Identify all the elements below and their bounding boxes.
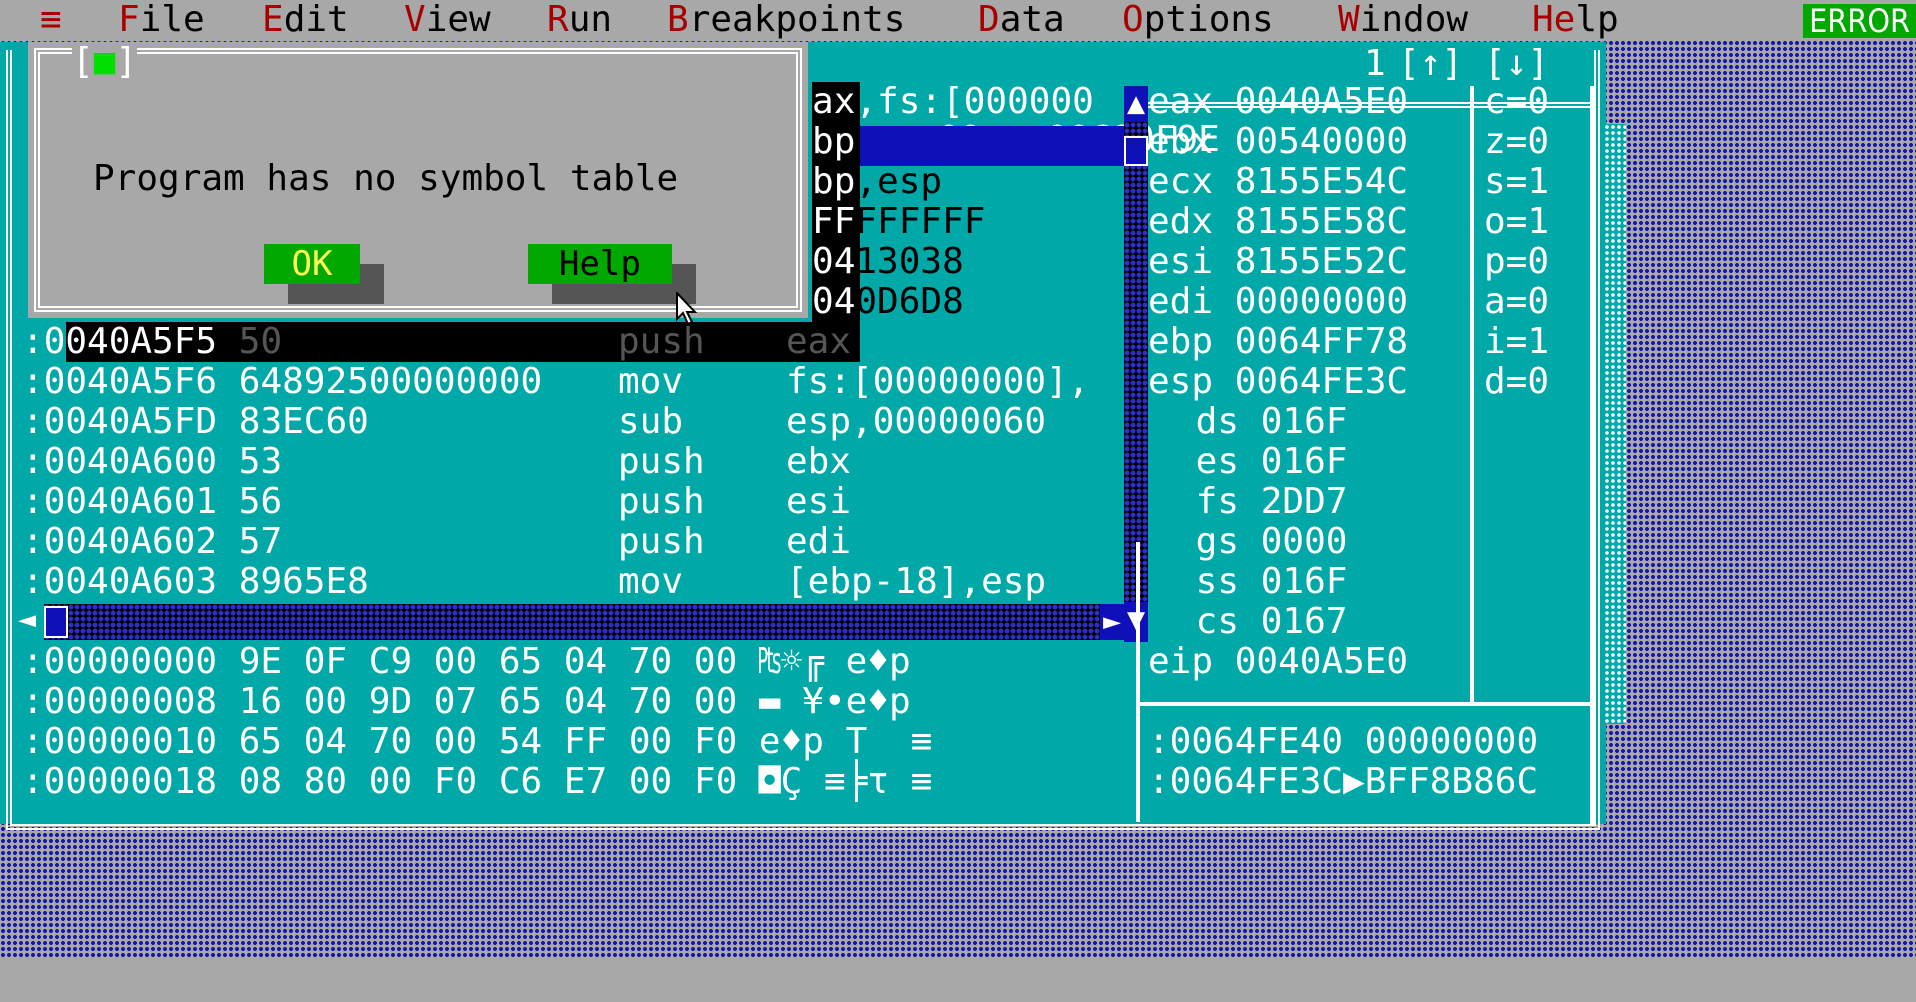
register-ds[interactable]: ds 016F	[1174, 402, 1348, 442]
register-eax[interactable]: eax 0040A5E0	[1148, 82, 1408, 122]
fragment-row: 0413038	[812, 241, 964, 282]
code-args: ebx	[786, 441, 852, 482]
window-shadow	[1604, 124, 1626, 724]
pane-divider[interactable]	[1136, 542, 1140, 822]
register-es[interactable]: es 016F	[1174, 442, 1348, 482]
fragment-row: ax,fs:[000000	[812, 81, 1094, 122]
menu-edit[interactable]: Edit	[262, 0, 349, 40]
register-eip[interactable]: eip 0040A5E0	[1148, 642, 1408, 682]
status-badge: ERROR	[1803, 4, 1916, 38]
code-args: esi	[786, 481, 852, 522]
code-args: [ebp-18],esp	[786, 561, 1047, 602]
menu-view[interactable]: View	[404, 0, 491, 40]
code-row[interactable]: :0040A601 56	[22, 482, 282, 522]
close-icon: ■	[93, 41, 116, 82]
register-edx[interactable]: edx 8155E58C	[1148, 202, 1408, 242]
menu-options[interactable]: Options	[1122, 0, 1274, 40]
menu-run[interactable]: Run	[547, 0, 612, 40]
error-dialog: [■] Program has no symbol table OK Help	[28, 42, 808, 318]
fragment-row: bp,esp	[812, 161, 943, 202]
scroll-thumb[interactable]	[1124, 136, 1148, 166]
code-row[interactable]: :0040A5FD 83EC60	[22, 402, 369, 442]
register-cs[interactable]: cs 0167	[1174, 602, 1348, 642]
code-horizontal-scrollbar[interactable]: ►	[44, 604, 1124, 640]
dump-row[interactable]: :00000010 65 04 70 00 54 FF 00 F0 e♦p T …	[22, 722, 932, 762]
code-args: fs:[00000000],	[786, 361, 1090, 402]
code-op: mov	[618, 361, 684, 402]
menu-window[interactable]: Window	[1338, 0, 1468, 40]
menu-file[interactable]: File	[118, 0, 205, 40]
mouse-cursor-icon	[676, 292, 698, 326]
code-op: push	[618, 441, 705, 482]
menu-help[interactable]: Help	[1532, 0, 1619, 40]
hscroll-thumb[interactable]	[44, 606, 68, 638]
scroll-up-button[interactable]: [↑]	[1398, 44, 1463, 84]
dialog-message: Program has no symbol table	[93, 158, 679, 199]
code-op: mov	[618, 561, 684, 602]
flag-c[interactable]: c=0	[1484, 82, 1549, 122]
code-args: edi	[786, 521, 852, 562]
menu-breakpoints[interactable]: Breakpoints	[667, 0, 905, 40]
scroll-down-button[interactable]: [↓]	[1484, 44, 1549, 84]
code-row[interactable]: :0040A603 8965E8	[22, 562, 369, 602]
code-args: esp,00000060	[786, 401, 1047, 442]
pane-divider[interactable]	[1470, 86, 1474, 706]
pane-divider	[1590, 86, 1594, 826]
ok-button[interactable]: OK	[264, 244, 360, 284]
register-fs[interactable]: fs 2DD7	[1174, 482, 1348, 522]
scroll-left-arrow-icon[interactable]: ◄	[18, 602, 36, 638]
pane-divider[interactable]	[1136, 702, 1592, 706]
dialog-close-button[interactable]: [■]	[72, 41, 138, 82]
stack-row[interactable]: :0064FE40 00000000	[1148, 722, 1538, 762]
register-ebx[interactable]: ebx 00540000	[1148, 122, 1408, 162]
register-esp[interactable]: esp 0064FE3C	[1148, 362, 1408, 402]
flag-p[interactable]: p=0	[1484, 242, 1549, 282]
code-op: sub	[618, 401, 684, 442]
status-bar	[0, 958, 1916, 1002]
scroll-up-arrow-icon[interactable]: ▲	[1124, 86, 1148, 122]
code-row[interactable]: :0040A5F5 50	[22, 322, 282, 362]
code-row[interactable]: :0040A5F6 64892500000000	[22, 362, 542, 402]
register-esi[interactable]: esi 8155E52C	[1148, 242, 1408, 282]
flag-a[interactable]: a=0	[1484, 282, 1549, 322]
dump-row[interactable]: :00000018 08 80 00 F0 C6 E7 00 F0 ◘Ç ≡╞τ…	[22, 762, 932, 802]
menu-bar: ≡ File Edit View Run Breakpoints Data Op…	[0, 0, 1916, 40]
flag-s[interactable]: s=1	[1484, 162, 1549, 202]
code-args: eax	[786, 321, 852, 362]
flag-z[interactable]: z=0	[1484, 122, 1549, 162]
register-ecx[interactable]: ecx 8155E54C	[1148, 162, 1408, 202]
menu-data[interactable]: Data	[978, 0, 1065, 40]
scroll-right-arrow-icon[interactable]: ►	[1100, 604, 1124, 640]
fragment-row: 040D6D8	[812, 281, 964, 322]
register-ebp[interactable]: ebp 0064FF78	[1148, 322, 1408, 362]
fragment-row: bp	[812, 121, 856, 162]
dump-row[interactable]: :00000008 16 00 9D 07 65 04 70 00 ▬ ¥•e♦…	[22, 682, 911, 722]
flag-o[interactable]: o=1	[1484, 202, 1549, 242]
code-row[interactable]: :0040A600 53	[22, 442, 282, 482]
current-instruction-highlight	[858, 126, 1128, 166]
dump-row[interactable]: :00000000 9E 0F C9 00 65 04 70 00 ₧☼╔ e♦…	[22, 642, 911, 682]
window-number: 1	[1364, 43, 1386, 84]
register-gs[interactable]: gs 0000	[1174, 522, 1348, 562]
register-edi[interactable]: edi 00000000	[1148, 282, 1408, 322]
register-ss[interactable]: ss 016F	[1174, 562, 1348, 602]
fragment-row: FFFFFFFF	[812, 201, 986, 242]
code-op: push	[618, 481, 705, 522]
help-button[interactable]: Help	[528, 244, 672, 284]
debugger-screen: ≡ File Edit View Run Breakpoints Data Op…	[0, 0, 1916, 1002]
code-op: push	[618, 521, 705, 562]
system-menu-icon[interactable]: ≡	[40, 0, 62, 40]
flag-i[interactable]: i=1	[1484, 322, 1549, 362]
code-op: push	[618, 321, 705, 362]
code-row[interactable]: :0040A602 57	[22, 522, 282, 562]
stack-row[interactable]: :0064FE3C▶BFF8B86C	[1148, 762, 1538, 802]
flag-d[interactable]: d=0	[1484, 362, 1549, 402]
